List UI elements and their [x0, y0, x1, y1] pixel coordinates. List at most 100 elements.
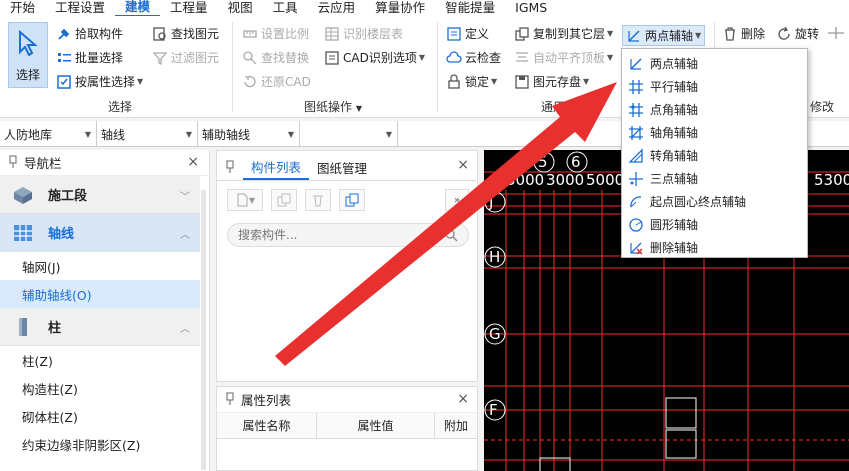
menu-modeling[interactable]: 建模	[115, 0, 161, 17]
filter-element-button[interactable]: 过滤图元	[152, 49, 219, 66]
recognize-floor-table-button[interactable]: 识别楼层表	[324, 25, 403, 42]
menu-smart-extract[interactable]: 智能提量	[435, 0, 505, 16]
chevron-down-icon: ▼	[491, 77, 498, 86]
menu-cloud[interactable]: 云应用	[308, 0, 366, 16]
column-icon	[12, 317, 34, 337]
parallel-axis-icon	[628, 79, 644, 95]
component-search[interactable]	[227, 223, 469, 247]
chevron-down-icon: ▼	[185, 130, 192, 139]
two-point-axis-icon	[628, 56, 644, 72]
find-element-button[interactable]: 查找图元	[152, 25, 219, 42]
search-input[interactable]	[238, 228, 438, 242]
expand-panel-button[interactable]: »	[445, 189, 469, 211]
chevron-down-icon: ﹀	[180, 192, 190, 203]
nav-item-constraint-edge[interactable]: 约束边缘非阴影区(Z)	[0, 430, 200, 458]
restore-cad-button[interactable]: 还原CAD	[242, 73, 311, 90]
pin-icon[interactable]	[225, 392, 235, 409]
nav-title-bar: 导航栏 ×	[0, 150, 209, 176]
menu-view[interactable]: 视图	[218, 0, 263, 16]
new-component-button[interactable]: ▼	[227, 189, 263, 211]
element-select[interactable]: ▼	[300, 121, 398, 147]
menu-collab[interactable]: 算量协作	[365, 0, 435, 16]
trash-icon	[722, 26, 738, 42]
cursor-icon	[19, 30, 38, 56]
menu-igms[interactable]: IGMS	[505, 0, 557, 16]
type-select[interactable]: 轴线 ▼	[97, 121, 198, 147]
close-icon[interactable]: ×	[457, 391, 469, 407]
delete-component-button[interactable]	[305, 189, 331, 211]
batch-select-button[interactable]: 批量选择	[56, 49, 123, 66]
cad-options-button[interactable]: CAD识别选项 ▼	[324, 49, 425, 66]
menu-item-parallel-axis[interactable]: 平行辅轴	[622, 75, 807, 98]
select-button[interactable]: 选择	[8, 22, 48, 88]
close-icon[interactable]: ×	[457, 157, 469, 173]
subtype-select[interactable]: 辅助轴线 ▼	[198, 121, 300, 147]
attr-select-icon	[56, 74, 72, 90]
chevron-down-icon: ▼	[385, 130, 392, 139]
nav-item-structural-column[interactable]: 构造柱(Z)	[0, 374, 200, 402]
nav-item-auxiliary-axis[interactable]: 辅助轴线(O)	[0, 280, 200, 308]
dimension-label: 5000	[586, 171, 624, 189]
nav-group-column[interactable]: 柱 ︿	[0, 308, 200, 346]
ribbon-separator	[437, 22, 438, 112]
cloud-check-button[interactable]: 云检查	[446, 49, 501, 66]
auto-align-button[interactable]: 自动平齐顶板 ▼	[514, 49, 613, 66]
pin-icon[interactable]	[225, 160, 235, 177]
layer-copy-button[interactable]	[339, 189, 365, 211]
find-replace-button[interactable]: 查找替换	[242, 49, 309, 66]
nav-group-axis[interactable]: 轴线 ︿	[0, 214, 200, 252]
element-save-button[interactable]: 图元存盘 ▼	[514, 73, 589, 90]
menu-item-corner-axis[interactable]: 转角辅轴	[622, 144, 807, 167]
chevron-up-icon: ︿	[180, 230, 190, 241]
menu-item-delete-axis[interactable]: 删除辅轴	[622, 236, 807, 259]
nav-item-axis-grid[interactable]: 轴网(J)	[0, 252, 200, 280]
lock-button[interactable]: 锁定 ▼	[446, 73, 497, 90]
delete-axis-icon	[628, 240, 644, 256]
category-select[interactable]: 人防地库 ▼	[0, 121, 97, 147]
menu-item-point-angle-axis[interactable]: 点角辅轴	[622, 98, 807, 121]
filter-icon	[152, 50, 168, 66]
pin-icon[interactable]	[8, 155, 18, 172]
select-by-attr-button[interactable]: 按属性选择 ▼	[56, 73, 143, 90]
menu-item-axis-angle-axis[interactable]: 轴角辅轴	[622, 121, 807, 144]
dimension-label: 3000	[546, 171, 584, 189]
copy-component-button[interactable]	[271, 189, 297, 211]
set-scale-button[interactable]: 设置比例	[242, 25, 309, 42]
nav-item-column[interactable]: 柱(Z)	[0, 346, 200, 374]
two-point-axis-button[interactable]: 两点辅轴 ▼	[622, 25, 706, 46]
menu-quantity[interactable]: 工程量	[160, 0, 218, 16]
menu-project-settings[interactable]: 工程设置	[45, 0, 115, 16]
nav-scrollbar[interactable]	[201, 190, 206, 470]
properties-panel: 属性列表 × 属性名称 属性值 附加	[216, 386, 478, 471]
search-icon[interactable]	[444, 228, 458, 245]
tab-component-list[interactable]: 构件列表	[243, 154, 310, 180]
save-icon	[514, 74, 530, 90]
menu-item-arc-axis[interactable]: 起点圆心终点辅轴	[622, 190, 807, 213]
menu-item-two-point-axis[interactable]: 两点辅轴	[622, 52, 807, 75]
menu-item-circle-axis[interactable]: 圆形辅轴	[622, 213, 807, 236]
select-label: 选择	[15, 68, 40, 82]
menu-start[interactable]: 开始	[0, 0, 45, 16]
extend-icon[interactable]	[826, 25, 846, 41]
delete-button[interactable]: 删除	[722, 25, 765, 42]
batch-icon	[56, 50, 72, 66]
nav-group-construction-section[interactable]: 施工段 ﹀	[0, 176, 200, 214]
column-header-name: 属性名称	[217, 413, 317, 438]
nav-item-masonry-column[interactable]: 砌体柱(Z)	[0, 402, 200, 430]
define-icon	[446, 26, 462, 42]
tab-drawing-management[interactable]: 图纸管理	[309, 154, 375, 180]
menu-tools[interactable]: 工具	[263, 0, 308, 16]
close-icon[interactable]: ×	[187, 154, 199, 170]
arc-axis-icon	[628, 194, 644, 210]
copy-to-floor-button[interactable]: 复制到其它层 ▼	[514, 25, 613, 42]
restore-icon	[242, 74, 258, 90]
corner-axis-icon	[628, 147, 644, 164]
axis-label-g: G	[489, 325, 501, 343]
pick-component-button[interactable]: 拾取构件	[56, 25, 123, 42]
properties-title: 属性列表	[241, 393, 292, 408]
construction-section-icon	[12, 185, 34, 205]
define-button[interactable]: 定义	[446, 25, 489, 42]
menu-item-three-point-axis[interactable]: 三点辅轴	[622, 167, 807, 190]
navigation-panel: 导航栏 × 施工段 ﹀ 轴线 ︿ 轴网(J) 辅助轴线(O) 柱 ︿ 柱(Z) …	[0, 150, 210, 471]
rotate-button[interactable]: 旋转	[776, 25, 819, 42]
